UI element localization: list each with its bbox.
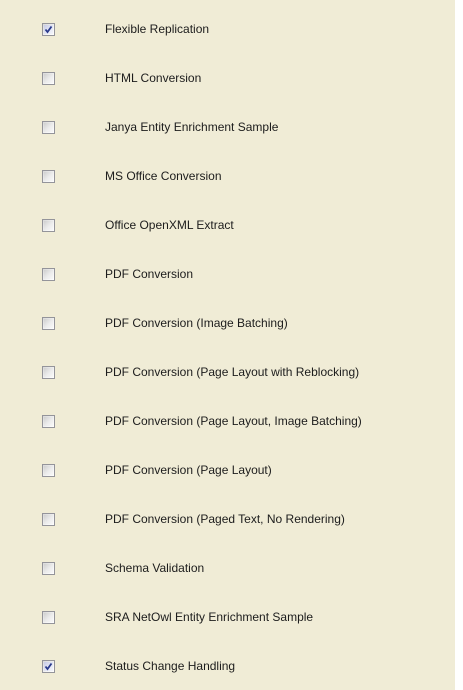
option-row-sra-netowl-entity-enrichment-sample: SRA NetOwl Entity Enrichment Sample — [0, 588, 455, 637]
checkmark-icon — [44, 25, 53, 34]
option-label: PDF Conversion (Page Layout, Image Batch… — [105, 414, 362, 428]
option-label: Status Change Handling — [105, 659, 236, 673]
option-label: Flexible Replication — [105, 22, 210, 36]
option-row-status-change-handling: Status Change Handling — [0, 637, 455, 686]
option-row-pdf-conversion-paged-text-no-rendering: PDF Conversion (Paged Text, No Rendering… — [0, 490, 455, 539]
option-row-pdf-conversion-page-layout: PDF Conversion (Page Layout) — [0, 441, 455, 490]
checkmark-icon — [44, 662, 53, 671]
checkbox-flexible-replication[interactable] — [42, 23, 55, 36]
option-row-schema-validation: Schema Validation — [0, 539, 455, 588]
checkbox-status-change-handling[interactable] — [42, 660, 55, 673]
option-row-pdf-conversion-image-batching: PDF Conversion (Image Batching) — [0, 294, 455, 343]
checkbox-pdf-conversion-page-layout[interactable] — [42, 464, 55, 477]
checkbox-janya-entity-enrichment-sample[interactable] — [42, 121, 55, 134]
option-row-pdf-conversion: PDF Conversion — [0, 245, 455, 294]
option-label: MS Office Conversion — [105, 169, 222, 183]
option-label: Office OpenXML Extract — [105, 218, 234, 232]
option-label: PDF Conversion (Page Layout with Reblock… — [105, 365, 360, 379]
option-label: PDF Conversion (Page Layout) — [105, 463, 272, 477]
checkbox-ms-office-conversion[interactable] — [42, 170, 55, 183]
option-label: SRA NetOwl Entity Enrichment Sample — [105, 610, 314, 624]
checkbox-sra-netowl-entity-enrichment-sample[interactable] — [42, 611, 55, 624]
checkbox-pdf-conversion-page-layout-image-batching[interactable] — [42, 415, 55, 428]
checkbox-pdf-conversion[interactable] — [42, 268, 55, 281]
option-row-pdf-conversion-page-layout-image-batching: PDF Conversion (Page Layout, Image Batch… — [0, 392, 455, 441]
checkbox-office-openxml-extract[interactable] — [42, 219, 55, 232]
option-row-office-openxml-extract: Office OpenXML Extract — [0, 196, 455, 245]
checkbox-pdf-conversion-image-batching[interactable] — [42, 317, 55, 330]
checkbox-html-conversion[interactable] — [42, 72, 55, 85]
checkbox-pdf-conversion-page-layout-with-reblocking[interactable] — [42, 366, 55, 379]
option-row-flexible-replication: Flexible Replication — [0, 0, 455, 49]
option-label: Janya Entity Enrichment Sample — [105, 120, 279, 134]
checkbox-schema-validation[interactable] — [42, 562, 55, 575]
option-label: HTML Conversion — [105, 71, 202, 85]
option-row-ms-office-conversion: MS Office Conversion — [0, 147, 455, 196]
option-label: PDF Conversion (Image Batching) — [105, 316, 288, 330]
checkbox-pdf-conversion-paged-text-no-rendering[interactable] — [42, 513, 55, 526]
options-panel: Flexible Replication HTML Conversion Jan… — [0, 0, 455, 690]
option-label: PDF Conversion — [105, 267, 194, 281]
option-row-janya-entity-enrichment-sample: Janya Entity Enrichment Sample — [0, 98, 455, 147]
option-label: Schema Validation — [105, 561, 205, 575]
option-row-html-conversion: HTML Conversion — [0, 49, 455, 98]
option-row-pdf-conversion-page-layout-with-reblocking: PDF Conversion (Page Layout with Reblock… — [0, 343, 455, 392]
option-label: PDF Conversion (Paged Text, No Rendering… — [105, 512, 345, 526]
